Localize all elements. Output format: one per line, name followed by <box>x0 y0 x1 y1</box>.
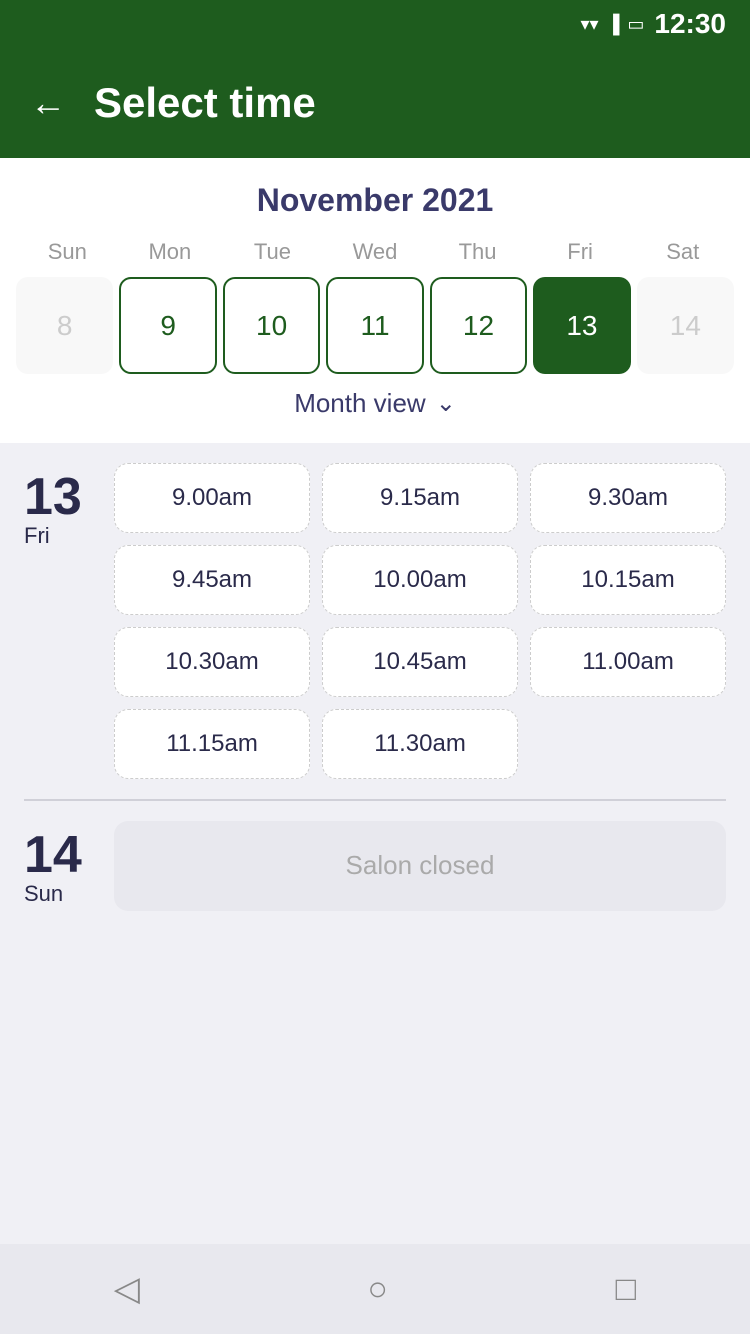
slot-1045am[interactable]: 10.45am <box>322 627 518 697</box>
page-title: Select time <box>94 79 316 127</box>
slot-1015am[interactable]: 10.15am <box>530 545 726 615</box>
calendar-row: 8 9 10 11 12 13 14 <box>16 277 734 374</box>
cal-day-9[interactable]: 9 <box>119 277 216 374</box>
signal-icon: ▐ <box>607 14 620 35</box>
day-header-sun: Sun <box>16 239 119 265</box>
cal-day-14[interactable]: 14 <box>637 277 734 374</box>
day-13-block: 13 Fri 9.00am 9.15am 9.30am 9.45am 10.00… <box>24 463 726 779</box>
day-header-wed: Wed <box>324 239 427 265</box>
bottom-navigation: ◁ ○ □ <box>0 1244 750 1334</box>
month-year-label: November 2021 <box>16 182 734 219</box>
day-13-slots-grid: 9.00am 9.15am 9.30am 9.45am 10.00am 10.1… <box>114 463 726 779</box>
cal-day-13[interactable]: 13 <box>533 277 630 374</box>
day-13-label: 13 Fri <box>24 463 94 779</box>
slot-1030am[interactable]: 10.30am <box>114 627 310 697</box>
status-bar: ▾▾ ▐ ▭ 12:30 <box>0 0 750 48</box>
nav-home-icon[interactable]: ○ <box>368 1270 389 1309</box>
chevron-down-icon: ⌄ <box>436 389 456 418</box>
slot-1100am[interactable]: 11.00am <box>530 627 726 697</box>
day-divider <box>24 799 726 801</box>
cal-day-12[interactable]: 12 <box>430 277 527 374</box>
status-icons: ▾▾ ▐ ▭ <box>581 14 645 35</box>
day-header-thu: Thu <box>426 239 529 265</box>
day-13-name: Fri <box>24 523 50 549</box>
day-14-number: 14 <box>24 829 82 881</box>
day-14-label: 14 Sun <box>24 821 94 911</box>
slot-1000am[interactable]: 10.00am <box>322 545 518 615</box>
battery-icon: ▭ <box>627 14 644 35</box>
month-view-label: Month view <box>294 388 426 419</box>
time-slots-area: 13 Fri 9.00am 9.15am 9.30am 9.45am 10.00… <box>0 443 750 951</box>
day-14-block: 14 Sun Salon closed <box>24 821 726 911</box>
slot-1115am[interactable]: 11.15am <box>114 709 310 779</box>
slot-915am[interactable]: 9.15am <box>322 463 518 533</box>
salon-closed-label: Salon closed <box>114 821 726 911</box>
day-14-name: Sun <box>24 881 63 907</box>
calendar-section: November 2021 Sun Mon Tue Wed Thu Fri Sa… <box>0 158 750 443</box>
day-13-number: 13 <box>24 471 82 523</box>
slot-945am[interactable]: 9.45am <box>114 545 310 615</box>
nav-recent-icon[interactable]: □ <box>616 1270 637 1309</box>
app-header: ← Select time <box>0 48 750 158</box>
status-time: 12:30 <box>654 8 726 40</box>
cal-day-10[interactable]: 10 <box>223 277 320 374</box>
day-header-fri: Fri <box>529 239 632 265</box>
day-headers-row: Sun Mon Tue Wed Thu Fri Sat <box>16 239 734 265</box>
slot-900am[interactable]: 9.00am <box>114 463 310 533</box>
back-button[interactable]: ← <box>30 85 66 121</box>
slot-930am[interactable]: 9.30am <box>530 463 726 533</box>
nav-back-icon[interactable]: ◁ <box>114 1269 140 1309</box>
day-header-tue: Tue <box>221 239 324 265</box>
day-header-mon: Mon <box>119 239 222 265</box>
slot-1130am[interactable]: 11.30am <box>322 709 518 779</box>
month-view-toggle[interactable]: Month view ⌄ <box>16 374 734 427</box>
cal-day-11[interactable]: 11 <box>326 277 423 374</box>
cal-day-8[interactable]: 8 <box>16 277 113 374</box>
wifi-icon: ▾▾ <box>581 14 599 35</box>
day-header-sat: Sat <box>631 239 734 265</box>
